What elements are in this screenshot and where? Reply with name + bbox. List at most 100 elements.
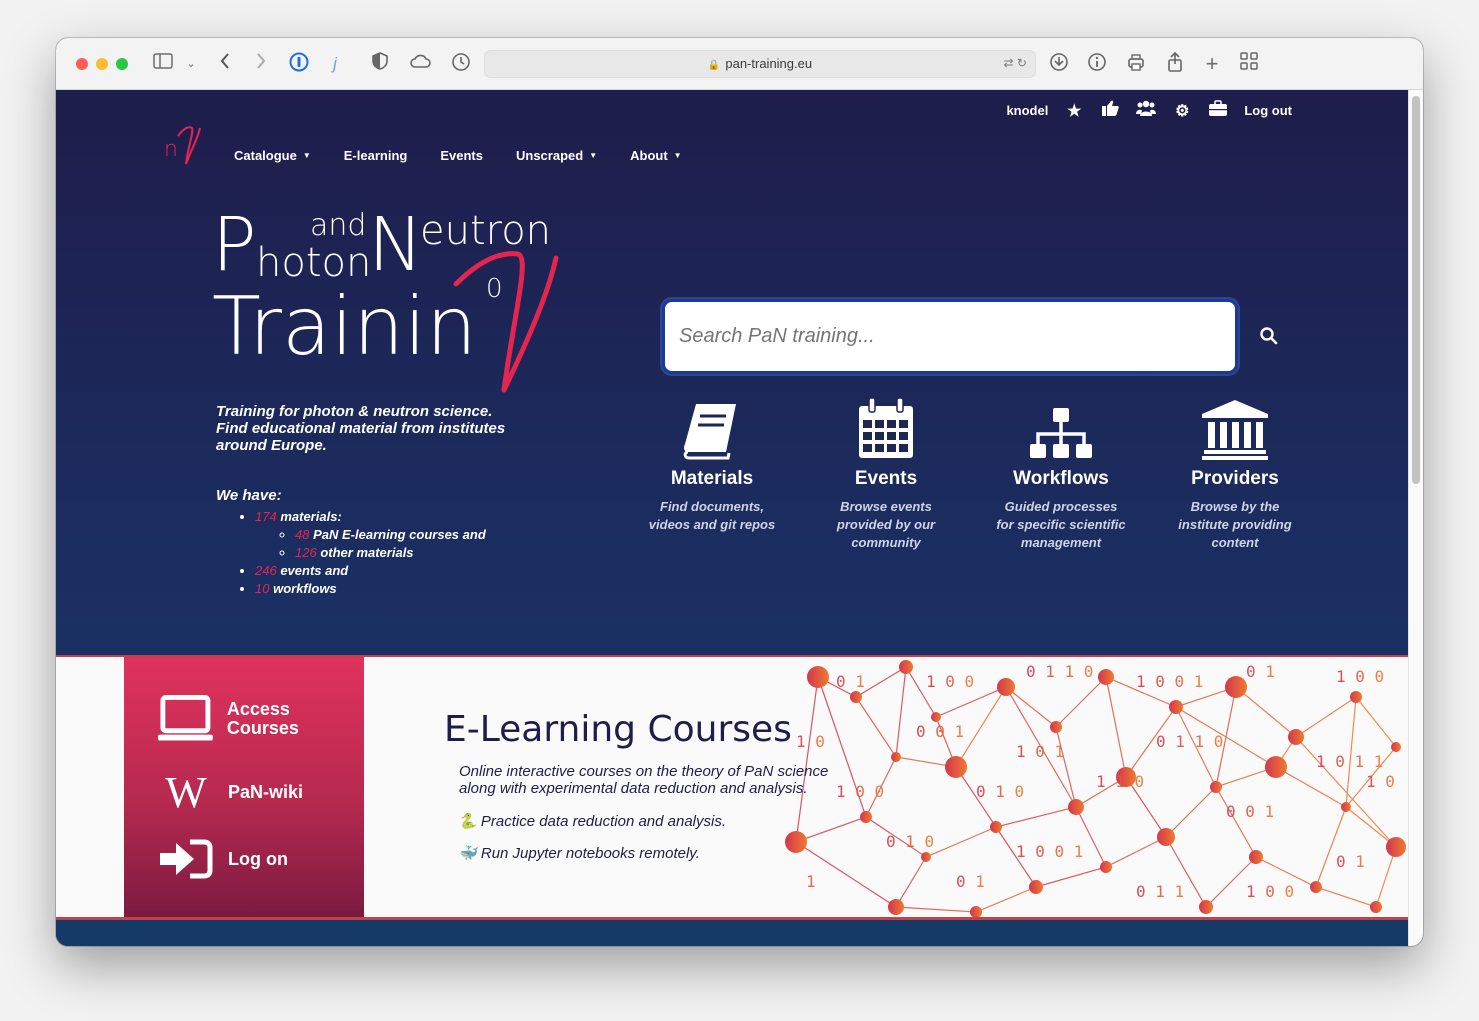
address-bar[interactable]: 🔒 pan-training.eu ⇄ ↻ [484, 50, 1036, 78]
new-tab-icon[interactable]: + [1201, 52, 1223, 76]
stats-workflows: 10 workflows [255, 580, 486, 598]
stats-elearning-count[interactable]: 48 [295, 527, 309, 542]
download-icon[interactable] [1048, 52, 1070, 76]
briefcase-icon[interactable] [1208, 100, 1228, 121]
svg-text:1 0 1: 1 0 1 [1016, 742, 1064, 761]
star-icon[interactable]: ★ [1064, 101, 1084, 121]
access-courses-text: Access Courses [226, 699, 299, 738]
scrollbar[interactable] [1408, 90, 1423, 946]
svg-text:0 1 1: 0 1 1 [1136, 882, 1184, 901]
stats-events-count[interactable]: 246 [255, 563, 277, 578]
institution-icon [1155, 394, 1315, 460]
thumbs-up-icon[interactable] [1100, 100, 1120, 121]
svg-text:0 0 1: 0 0 1 [916, 722, 964, 741]
search-icon [1260, 327, 1278, 345]
category-workflows-desc: Guided processes for specific scientific… [996, 499, 1126, 550]
main-nav: Catalogue ▼ E-learning Events Unscraped ▼ … [234, 148, 682, 163]
elearning-point-jupyter-text: Run Jupyter notebooks remotely. [480, 845, 700, 862]
stats-materials-count[interactable]: 174 [255, 509, 277, 524]
nav-catalogue[interactable]: Catalogue ▼ [234, 148, 311, 163]
book-icon [632, 394, 792, 460]
back-icon[interactable] [216, 52, 234, 76]
elearning-description-line-1: Online interactive courses on the theory… [459, 763, 829, 780]
search-box [662, 299, 1238, 374]
print-icon[interactable] [1125, 52, 1147, 76]
nav-about-label: About [630, 148, 668, 163]
brand-training: Trainin [212, 280, 477, 373]
tagline-line-3: around Europe. [216, 437, 327, 454]
access-courses-link[interactable]: Access Courses [158, 695, 364, 743]
chevron-down-icon[interactable]: ⌄ [184, 52, 198, 76]
minimize-window-button[interactable] [96, 58, 108, 70]
shield-icon[interactable] [370, 52, 390, 76]
site-stats: We have: 174 materials: 48 PaN E-learnin… [216, 487, 486, 598]
scrollbar-thumb[interactable] [1412, 96, 1420, 484]
python-icon: 🐍 [458, 813, 477, 830]
category-providers[interactable]: Providers Browse by the institute provid… [1155, 394, 1315, 552]
share-icon[interactable] [1164, 51, 1186, 76]
category-providers-desc: Browse by the institute providing conten… [1178, 499, 1292, 550]
browser-window: ⌄ j 🔒 pan-training.eu ⇄ ↻ + knodel ★ ⚙ L… [56, 38, 1423, 946]
docker-icon: 🐳 [458, 845, 477, 862]
nav-unscraped[interactable]: Unscraped ▼ [516, 148, 597, 163]
svg-text:1: 1 [806, 872, 816, 891]
stats-other-count[interactable]: 126 [295, 545, 317, 560]
svg-text:0 1: 0 1 [836, 672, 865, 691]
username-link[interactable]: knodel [1006, 103, 1048, 118]
brand-gamma-icon [453, 251, 559, 393]
nav-events[interactable]: Events [440, 148, 483, 163]
search-button[interactable] [1259, 326, 1283, 350]
logon-link[interactable]: Log on [158, 839, 288, 879]
extension-j-icon[interactable]: j [326, 52, 344, 76]
svg-text:1 0 0: 1 0 0 [836, 782, 884, 801]
laptop-icon [158, 695, 213, 741]
stats-events-label: events and [280, 563, 349, 578]
gear-icon[interactable]: ⚙ [1172, 101, 1192, 121]
tagline: Training for photon & neutron science. F… [216, 403, 505, 454]
svg-text:1 0 1 1: 1 0 1 1 [1316, 752, 1383, 771]
sign-in-icon [160, 839, 213, 879]
forward-icon[interactable] [252, 52, 270, 76]
elearning-description-line-2: along with experimental data reduction a… [459, 780, 808, 797]
elearning-point-python-text: Practice data reduction and analysis. [480, 813, 727, 830]
category-materials-label: Materials [670, 468, 754, 489]
elearning-title: E-Learning Courses [444, 709, 792, 750]
sitemap-icon [981, 394, 1141, 460]
page-content: knodel ★ ⚙ Log out n Catalogue▼ E-learn [56, 90, 1408, 946]
panwiki-link[interactable]: W PaN-wiki [158, 767, 303, 818]
nav-about[interactable]: About ▼ [630, 148, 681, 163]
logout-link[interactable]: Log out [1244, 103, 1292, 118]
password-manager-icon[interactable] [288, 52, 310, 76]
logon-label: Log on [228, 848, 288, 869]
panwiki-label: PaN-wiki [228, 782, 304, 802]
sidebar-toggle-icon[interactable] [152, 52, 174, 76]
translate-icon[interactable]: ⇄ ↻ [1004, 56, 1027, 70]
category-materials-desc: Find documents, videos and git repos [648, 499, 776, 532]
svg-text:1 0: 1 0 [796, 732, 825, 751]
close-window-button[interactable] [76, 58, 88, 70]
stats-materials-label: materials: [280, 509, 342, 524]
caret-down-icon: ▼ [302, 151, 311, 160]
search-input[interactable] [679, 320, 1219, 352]
lock-icon: 🔒 [707, 60, 721, 71]
svg-text:0 1: 0 1 [1246, 662, 1275, 681]
stats-heading: We have: [216, 487, 282, 504]
stats-events: 246 events and [255, 562, 486, 580]
brand-and: and [310, 208, 367, 243]
svg-text:0 1 1 0: 0 1 1 0 [1156, 732, 1223, 751]
info-icon[interactable] [1086, 52, 1108, 76]
cloud-icon[interactable] [408, 52, 432, 76]
category-workflows[interactable]: Workflows Guided processes for specific … [981, 394, 1141, 552]
category-materials[interactable]: Materials Find documents, videos and git… [632, 394, 792, 534]
svg-text:0 1 1 0: 0 1 1 0 [1026, 662, 1093, 681]
maximize-window-button[interactable] [116, 58, 128, 70]
history-icon[interactable] [450, 52, 472, 76]
site-logo[interactable]: n [164, 124, 202, 168]
category-events[interactable]: Events Browse events provided by our com… [806, 394, 966, 552]
nav-elearning[interactable]: E-learning [344, 148, 408, 163]
users-icon[interactable] [1136, 100, 1157, 121]
access-courses-label: Access Courses [227, 700, 364, 738]
stats-workflows-count[interactable]: 10 [255, 581, 269, 596]
tab-overview-icon[interactable] [1238, 52, 1260, 76]
svg-text:0 1: 0 1 [1336, 852, 1365, 871]
